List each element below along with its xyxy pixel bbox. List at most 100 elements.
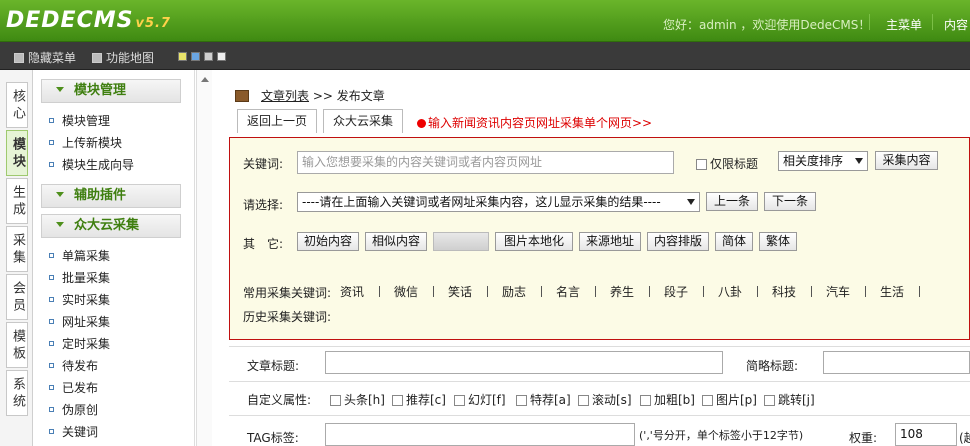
checkbox-icon[interactable]	[764, 395, 775, 406]
format-content-button[interactable]: 内容排版	[647, 232, 709, 251]
left-tab-collect[interactable]: 采集	[6, 226, 28, 272]
left-tab-template[interactable]: 模板	[6, 322, 28, 368]
short-title-input[interactable]	[823, 351, 970, 374]
menu-item[interactable]: 已发布	[49, 380, 98, 396]
attr-checkbox-a[interactable]: 特荐[a]	[516, 391, 571, 408]
tag-input[interactable]	[325, 423, 635, 446]
checkbox-icon[interactable]	[578, 395, 589, 406]
sidebar-scrollbar[interactable]	[196, 70, 212, 446]
keyword-link[interactable]: 励志	[502, 283, 526, 300]
prev-button[interactable]: 上一条	[706, 192, 758, 211]
caret-down-icon	[855, 158, 863, 164]
left-tab-core[interactable]: 核心	[6, 82, 28, 128]
left-tab-member[interactable]: 会员	[6, 274, 28, 320]
skin-swatch-gray[interactable]	[204, 52, 213, 61]
keyword-link[interactable]: 名言	[556, 283, 580, 300]
left-tab-generate[interactable]: 生成	[6, 178, 28, 224]
simplified-button[interactable]: 简体	[715, 232, 753, 251]
similar-content-button[interactable]: 相似内容	[365, 232, 427, 251]
menu-section-plugins[interactable]: 辅助插件	[41, 184, 181, 208]
tab-back[interactable]: 返回上一页	[237, 109, 317, 133]
left-tab-module[interactable]: 模块	[6, 130, 28, 176]
menu-item[interactable]: 待发布	[49, 358, 98, 374]
keyword-link[interactable]: 八卦	[718, 283, 742, 300]
site-map-button[interactable]: 功能地图	[92, 49, 154, 66]
keyword-link[interactable]: 段子	[664, 283, 688, 300]
sort-select[interactable]: 相关度排序	[778, 151, 868, 171]
menu-item[interactable]: 伪原创	[49, 402, 98, 418]
checkbox-icon[interactable]	[392, 395, 403, 406]
attr-checkbox-b[interactable]: 加粗[b]	[640, 391, 695, 408]
bullet-icon	[49, 140, 54, 145]
menu-item[interactable]: 网址采集	[49, 314, 110, 330]
keyword-input[interactable]: 输入您想要采集的内容关键词或者内容页网址	[297, 151, 674, 174]
attr-row: 自定义属性: 头条[h] 推荐[c] 幻灯[f] 特荐[a] 滚动[s] 加粗[…	[229, 381, 970, 413]
checkbox-icon[interactable]	[454, 395, 465, 406]
checkbox-icon[interactable]	[516, 395, 527, 406]
collect-hint-link[interactable]: 输入新闻资讯内容页网址采集单个网页>>	[417, 114, 652, 131]
keyword-link[interactable]: 笑话	[448, 283, 472, 300]
skin-swatch-yellow[interactable]	[178, 52, 187, 61]
menu-item[interactable]: 模块生成向导	[49, 157, 134, 173]
red-dot-icon	[417, 119, 426, 128]
traditional-button[interactable]: 繁体	[759, 232, 797, 251]
attr-checkbox-f[interactable]: 幻灯[f]	[454, 391, 506, 408]
checkbox-icon[interactable]	[330, 395, 341, 406]
checkbox-icon[interactable]	[696, 159, 707, 170]
chevron-down-icon	[56, 222, 64, 227]
menu-item[interactable]: 关键词	[49, 424, 98, 440]
title-input[interactable]	[325, 351, 723, 374]
keyword-link[interactable]: 汽车	[826, 283, 850, 300]
attr-checkbox-p[interactable]: 图片[p]	[702, 391, 757, 408]
nav-main-menu[interactable]: 主菜单	[886, 16, 922, 33]
divider	[703, 286, 704, 297]
keyword-link[interactable]: 科技	[772, 283, 796, 300]
keyword-link[interactable]: 资讯	[340, 283, 364, 300]
collect-panel: 关键词: 输入您想要采集的内容关键词或者内容页网址 仅限标题 相关度排序 采集内…	[229, 137, 970, 340]
attr-checkbox-s[interactable]: 滚动[s]	[578, 391, 632, 408]
bullet-icon	[49, 319, 54, 324]
hide-menu-button[interactable]: 隐藏菜单	[14, 49, 76, 66]
attr-checkbox-j[interactable]: 跳转[j]	[764, 391, 815, 408]
common-keywords-label: 常用采集关键词:	[243, 286, 332, 300]
menu-item[interactable]: 批量采集	[49, 270, 110, 286]
skin-swatch-white[interactable]	[217, 52, 226, 61]
result-select[interactable]: ----请在上面输入关键词或者网址采集内容，这儿显示采集的结果----	[297, 192, 700, 212]
attr-checkbox-h[interactable]: 头条[h]	[330, 391, 385, 408]
divider	[811, 286, 812, 297]
tab-zhongda-collect[interactable]: 众大云采集	[323, 109, 403, 133]
menu-item[interactable]: 实时采集	[49, 292, 110, 308]
tag-row: TAG标签: (','号分开，单个标签小于12字节) 权重: 108 (越	[229, 415, 970, 446]
next-button[interactable]: 下一条	[764, 192, 816, 211]
breadcrumb-article-list[interactable]: 文章列表	[261, 89, 309, 103]
initial-content-button[interactable]: 初始内容	[297, 232, 359, 251]
sidebar-menu: 模块管理 模块管理 上传新模块 模块生成向导 辅助插件 众大云采集 单篇采集 批…	[33, 70, 195, 446]
attr-checkbox-c[interactable]: 推荐[c]	[392, 391, 446, 408]
weight-input[interactable]: 108	[895, 423, 957, 446]
scroll-up-icon[interactable]	[201, 77, 209, 82]
divider	[541, 286, 542, 297]
checkbox-icon[interactable]	[702, 395, 713, 406]
collect-content-button[interactable]: 采集内容	[875, 151, 938, 170]
menu-item[interactable]: 单篇采集	[49, 248, 110, 264]
dedecms-logo[interactable]: DEDECMS v5.7	[6, 8, 171, 33]
keyword-link[interactable]: 养生	[610, 283, 634, 300]
skin-swatch-blue[interactable]	[191, 52, 200, 61]
menu-item[interactable]: 定时采集	[49, 336, 110, 352]
localize-images-button[interactable]: 图片本地化	[495, 232, 573, 251]
keyword-link[interactable]: 微信	[394, 283, 418, 300]
main-content: 文章列表 >> 发布文章 返回上一页 众大云采集 输入新闻资讯内容页网址采集单个…	[213, 70, 970, 446]
obscured-button[interactable]	[433, 232, 489, 251]
menu-item[interactable]: 模块管理	[49, 113, 110, 129]
menu-item[interactable]: 上传新模块	[49, 135, 122, 151]
title-only-checkbox[interactable]: 仅限标题	[696, 155, 758, 172]
title-row: 文章标题: 简略标题:	[229, 346, 970, 380]
history-keywords-label: 历史采集关键词:	[243, 310, 332, 324]
nav-content[interactable]: 内容	[944, 16, 968, 33]
checkbox-icon[interactable]	[640, 395, 651, 406]
source-url-button[interactable]: 来源地址	[579, 232, 641, 251]
menu-section-zhongda-collect[interactable]: 众大云采集	[41, 214, 181, 238]
left-tab-system[interactable]: 系统	[6, 370, 28, 416]
keyword-link[interactable]: 生活	[880, 283, 904, 300]
menu-section-module-manage[interactable]: 模块管理	[41, 79, 181, 103]
